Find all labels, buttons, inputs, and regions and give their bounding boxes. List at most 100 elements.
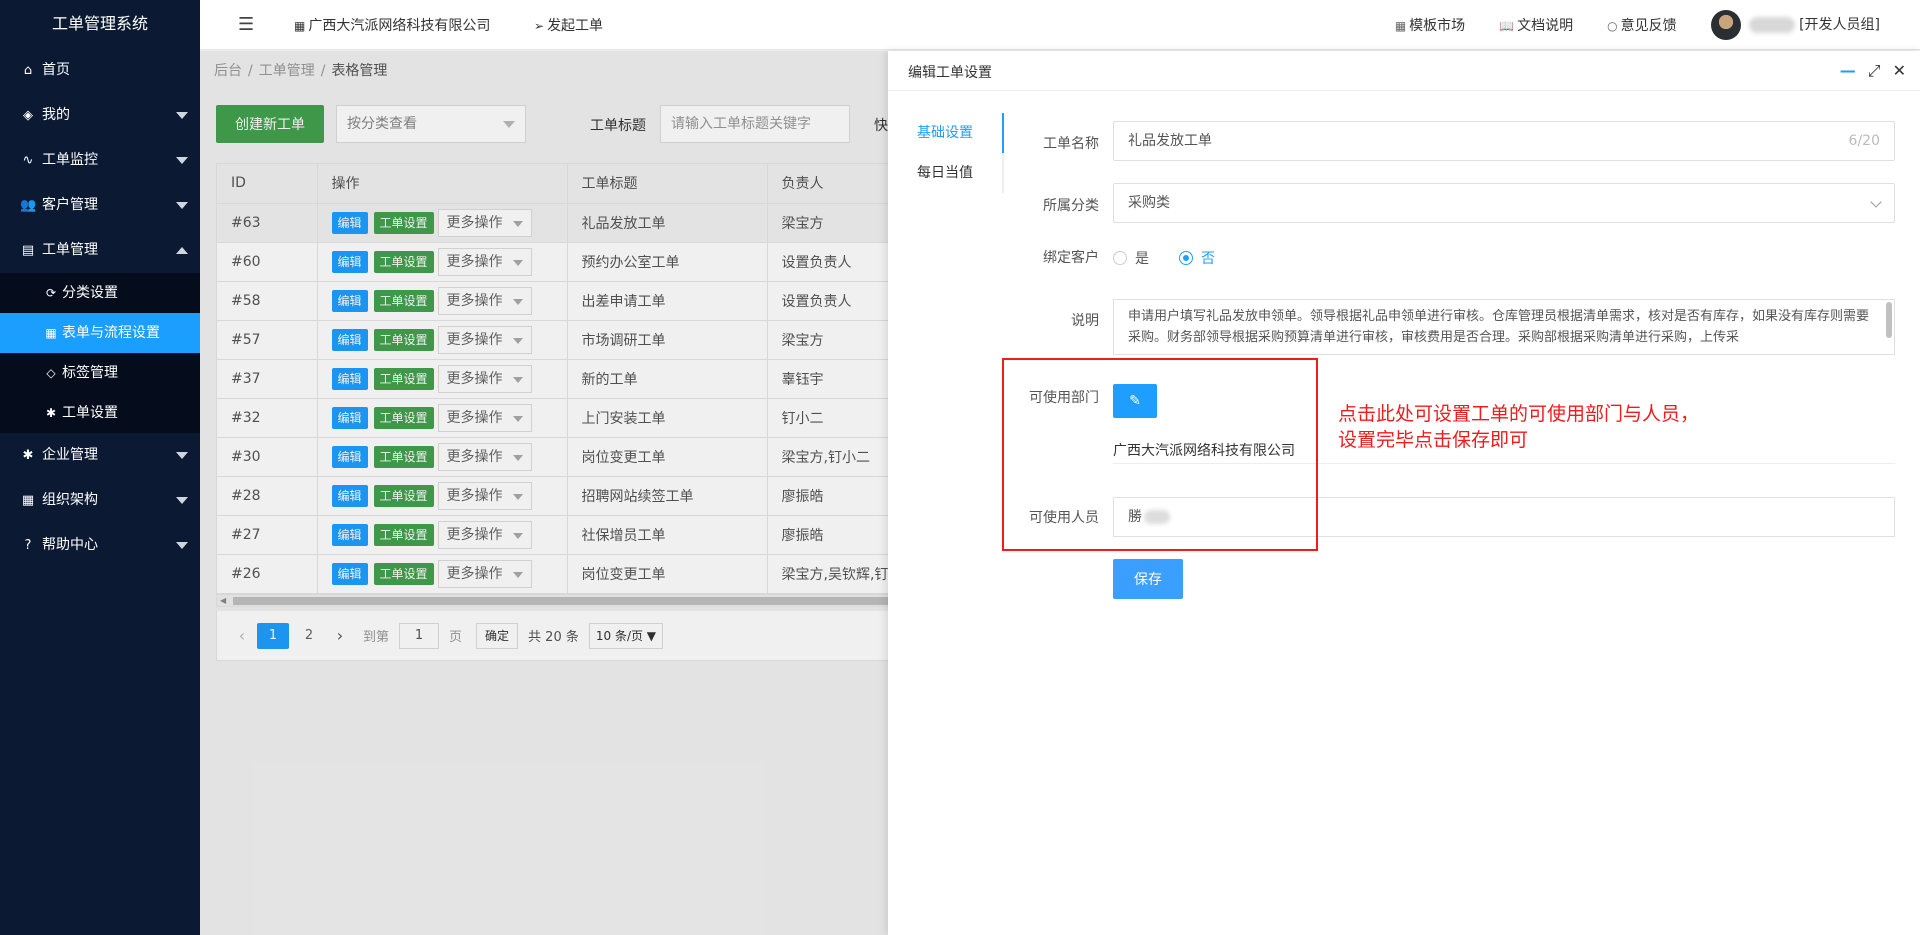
sidebar-subitem-tags[interactable]: ◇ 标签管理 [0,353,200,393]
drawer-title: 编辑工单设置 [908,65,992,81]
users-icon: 👥 [20,198,37,213]
caret-down-icon [176,157,188,164]
refresh-icon: ⟳ [45,286,57,300]
save-button[interactable]: 保存 [1113,559,1183,599]
annotation-line-2: 设置完毕点击保存即可 [1338,429,1529,451]
sidebar-item-label: 组织架构 [42,492,98,508]
category-select[interactable]: 采购类 [1113,183,1895,223]
description-textarea[interactable]: 申请用户填写礼品发放申领单。领导根据礼品申领单进行审核。仓库管理员根据清单需求，… [1113,299,1895,355]
sidebar-subitem-label: 分类设置 [62,285,118,301]
sidebar-subitem-form-flow[interactable]: ▦ 表单与流程设置 [0,313,200,353]
sidebar-item-tickets[interactable]: ▤ 工单管理 [0,228,200,273]
sidebar-item-help[interactable]: ? 帮助中心 [0,523,200,568]
tag-icon: ◇ [46,366,56,380]
company-name: 广西大汽派网络科技有限公司 [308,18,491,34]
grid-icon: ▦ [1394,19,1407,33]
question-icon: ? [24,538,32,553]
radio-no[interactable] [1179,251,1193,265]
feedback-label: 意见反馈 [1620,18,1677,34]
start-ticket-label: 发起工单 [547,18,604,34]
bind-customer-radio-group: 是 否 [1113,248,1215,268]
annotation-text: 点击此处可设置工单的可使用部门与人员， 设置完毕点击保存即可 [1338,401,1699,453]
avatar [1710,10,1741,40]
sidebar-subitem-label: 标签管理 [62,365,118,381]
document-icon: ▤ [21,243,35,258]
sidebar-item-label: 我的 [42,107,70,123]
ticket-name-input[interactable]: 礼品发放工单 6/20 [1113,121,1895,161]
caret-down-icon [176,497,188,504]
sidebar-item-enterprise[interactable]: ✱ 企业管理 [0,433,200,478]
drawer-controls: — ⤢ ✕ [1840,61,1906,81]
gear-icon: ✱ [45,406,57,420]
sidebar-item-label: 客户管理 [42,197,98,213]
name-label: 工单名称 [1043,136,1099,152]
caret-down-icon [176,202,188,209]
sidebar-subitem-category[interactable]: ⟳ 分类设置 [0,273,200,313]
docs-link[interactable]: 📖 文档说明 [1499,15,1573,35]
textarea-scrollbar[interactable] [1886,302,1892,338]
docs-label: 文档说明 [1517,18,1574,34]
sidebar-subitem-ticket-settings[interactable]: ✱ 工单设置 [0,393,200,433]
annotation-highlight-box [1002,358,1318,551]
caret-up-icon [176,247,188,254]
sidebar-item-label: 首页 [42,62,70,78]
maximize-icon[interactable]: ⤢ [1868,61,1881,81]
sidebar-item-org[interactable]: ▦ 组织架构 [0,478,200,523]
description-label: 说明 [1071,313,1099,329]
caret-down-icon [176,452,188,459]
building-icon: ▦ [294,19,306,33]
header-links: ▦ 模板市场 📖 文档说明 ○ 意见反馈 [开发人员组] [1395,8,1880,42]
company-link[interactable]: ▦ 广西大汽派网络科技有限公司 [294,15,490,35]
char-counter: 6/20 [1848,133,1880,149]
sidebar-item-customers[interactable]: 👥 客户管理 [0,183,200,228]
radio-no-label[interactable]: 否 [1201,248,1215,268]
drawer-backdrop[interactable] [200,51,888,935]
user-name-blurred [1748,17,1795,33]
sidebar-submenu: ⟳ 分类设置 ▦ 表单与流程设置 ◇ 标签管理 ✱ 工单设置 [0,273,200,433]
templates-label: 模板市场 [1409,18,1466,34]
category-value: 采购类 [1128,195,1170,211]
start-ticket-link[interactable]: ➢ 发起工单 [534,15,603,35]
sidebar-item-label: 企业管理 [42,447,98,463]
sidebar-item-label: 工单监控 [42,152,98,168]
sidebar-item-label: 工单管理 [42,242,98,258]
sidebar-subitem-label: 表单与流程设置 [62,325,160,341]
pulse-icon: ∿ [22,153,34,168]
sidebar-item-mine[interactable]: ◈ 我的 [0,93,200,138]
annotation-line-1: 点击此处可设置工单的可使用部门与人员， [1338,403,1700,425]
bind-customer-label: 绑定客户 [1043,250,1099,266]
minimize-icon[interactable]: — [1840,61,1856,81]
user-role: [开发人员组] [1799,17,1880,33]
top-header: ☰ ▦ 广西大汽派网络科技有限公司 ➢ 发起工单 ▦ 模板市场 📖 文档说明 ○ 意见反馈… [200,0,1920,50]
caret-down-icon [176,112,188,119]
radio-yes-label[interactable]: 是 [1135,248,1149,268]
category-label: 所属分类 [1043,198,1099,214]
chevron-down-icon [1870,196,1882,208]
circle-icon: ○ [1607,19,1618,33]
templates-link[interactable]: ▦ 模板市场 [1395,15,1465,35]
home-icon: ⌂ [23,63,33,78]
drawer-header: 编辑工单设置 — ⤢ ✕ [888,51,1920,91]
description-value: 申请用户填写礼品发放申领单。领导根据礼品申领单进行审核。仓库管理员根据清单需求，… [1128,309,1870,345]
tab-daily-duty[interactable]: 每日当值 [888,153,1002,193]
menu-toggle-icon[interactable]: ☰ [238,14,254,35]
tab-basic-settings[interactable]: 基础设置 [888,113,1004,153]
user-menu[interactable]: [开发人员组] [1710,10,1880,40]
layers-icon: ◈ [23,108,33,123]
radio-yes[interactable] [1113,251,1127,265]
app-title: 工单管理系统 [51,14,148,33]
feedback-link[interactable]: ○ 意见反馈 [1607,15,1676,35]
sidebar-item-monitor[interactable]: ∿ 工单监控 [0,138,200,183]
sidebar: 工单管理系统 ⌂ 首页 ◈ 我的 ∿ 工单监控 👥 客户管理 ▤ 工单管理 ⟳ 分类设置 ▦… [0,0,200,935]
gear-icon: ✱ [22,448,34,463]
sidebar-subitem-label: 工单设置 [62,405,118,421]
sidebar-item-label: 帮助中心 [42,537,98,553]
edit-ticket-settings-drawer: 编辑工单设置 — ⤢ ✕ 基础设置 每日当值 工单名称 礼品发放工单 6/20 … [888,51,1920,935]
grid-icon: ▦ [45,326,57,340]
sidebar-item-home[interactable]: ⌂ 首页 [0,48,200,93]
caret-down-icon [176,542,188,549]
ticket-name-value: 礼品发放工单 [1128,133,1212,149]
calendar-icon: ▦ [21,493,35,508]
drawer-tabs: 基础设置 每日当值 [888,113,1004,193]
close-icon[interactable]: ✕ [1893,61,1906,81]
